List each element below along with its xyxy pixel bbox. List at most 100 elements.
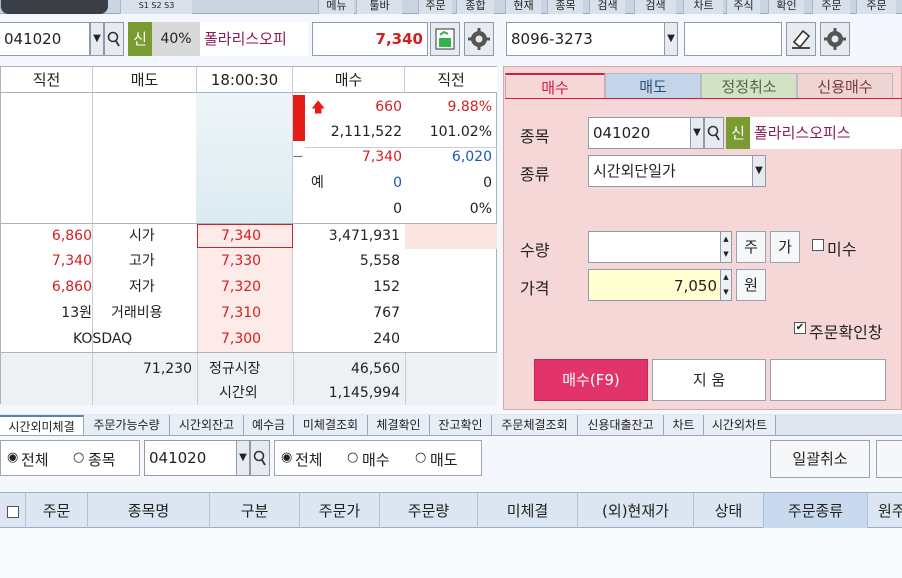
- radio-all-checked[interactable]: ◉: [7, 450, 18, 465]
- col-order-qty[interactable]: 주문량: [380, 493, 478, 529]
- tab-afterhours-unfilled[interactable]: 시간외미체결: [0, 415, 84, 435]
- search-box-partial[interactable]: [0, 0, 108, 14]
- select-all-checkbox[interactable]: [0, 493, 26, 529]
- eraser-icon[interactable]: [786, 22, 816, 56]
- chevron-down-icon[interactable]: ▼: [690, 117, 704, 149]
- menu-btn-chart[interactable]: 차트: [683, 0, 723, 14]
- menu-btn-search2[interactable]: 검색: [634, 0, 676, 14]
- filter-stock-input[interactable]: 041020: [144, 440, 238, 476]
- search-icon[interactable]: [104, 22, 124, 56]
- radio-all2-label: 전체: [295, 451, 323, 469]
- ask-price-1[interactable]: 7,340: [221, 224, 261, 248]
- col-status[interactable]: 상태: [694, 493, 764, 529]
- col-order[interactable]: 주문: [26, 493, 88, 529]
- chevron-down-icon[interactable]: ▼: [752, 155, 766, 187]
- clear-button[interactable]: 지 움: [652, 359, 766, 401]
- ask-price-5[interactable]: 7,300: [221, 327, 261, 351]
- price-input[interactable]: 7,050: [588, 269, 722, 301]
- open-label: 시가: [129, 228, 155, 244]
- menu-btn-stocks[interactable]: 주식: [726, 0, 760, 14]
- margin-rate: 40%: [152, 22, 200, 56]
- ticket-stock-input[interactable]: 041020: [588, 117, 692, 149]
- tab-balance-confirm[interactable]: 잔고확인: [430, 415, 492, 435]
- expected-rate: 0%: [469, 201, 492, 217]
- tag-s1[interactable]: S1: [139, 1, 149, 10]
- tag-s2[interactable]: S2: [151, 1, 161, 10]
- confirm-checkbox[interactable]: ✔: [794, 322, 806, 334]
- tab-afterhours-chart[interactable]: 시간외차트: [704, 415, 776, 435]
- tab-afterhours-balance[interactable]: 시간외잔고: [170, 415, 244, 435]
- gear-icon[interactable]: [820, 22, 850, 56]
- col-time: 18:00:30: [197, 67, 293, 93]
- radio-buy[interactable]: ○: [347, 450, 358, 465]
- blank-button[interactable]: [770, 359, 886, 401]
- col-stock-name[interactable]: 종목명: [88, 493, 210, 529]
- col-order-price[interactable]: 주문가: [300, 493, 380, 529]
- tab-sell[interactable]: 매도: [605, 73, 701, 99]
- radio-stock[interactable]: ○: [73, 450, 84, 465]
- tab-deposit[interactable]: 예수금: [244, 415, 294, 435]
- menu-btn-stock[interactable]: 종목: [547, 0, 583, 14]
- tab-unfilled-query[interactable]: 미체결조회: [294, 415, 368, 435]
- undecided-checkbox[interactable]: [812, 239, 824, 251]
- tab-modify-cancel[interactable]: 정정취소: [701, 73, 797, 99]
- menu-btn-toolbar[interactable]: 툴바: [356, 0, 402, 14]
- col-current-price[interactable]: (외)현재가: [578, 493, 694, 529]
- ask-volume-4: 767: [373, 305, 400, 321]
- low-label: 저가: [129, 279, 155, 295]
- password-input[interactable]: [684, 22, 782, 56]
- col-order-type[interactable]: 주문종류: [764, 493, 868, 529]
- ask-price-4[interactable]: 7,310: [221, 301, 261, 325]
- ask-price-2[interactable]: 7,330: [221, 249, 261, 273]
- chevron-down-icon[interactable]: ▼: [236, 440, 250, 476]
- extra-button[interactable]: [876, 440, 902, 478]
- available-qty-button[interactable]: 가: [770, 231, 800, 263]
- tab-credit-loan-balance[interactable]: 신용대출잔고: [578, 415, 664, 435]
- menu-btn-search1[interactable]: 검색: [589, 0, 625, 14]
- radio-sell[interactable]: ○: [415, 450, 426, 465]
- col-sell: 매도: [93, 67, 197, 93]
- search-icon[interactable]: [704, 117, 724, 149]
- up-arrow-icon: 🡅: [311, 100, 326, 116]
- current-price: 7,340: [312, 22, 428, 56]
- col-original[interactable]: 원주: [868, 493, 902, 529]
- unit-won: 원: [736, 269, 766, 301]
- menu-btn-menu[interactable]: 메뉴: [318, 0, 354, 14]
- radio-all2-checked[interactable]: ◉: [281, 450, 292, 465]
- tag-s3[interactable]: S3: [164, 1, 174, 10]
- col-side[interactable]: 구분: [210, 493, 300, 529]
- chevron-down-icon[interactable]: ▼: [90, 22, 104, 56]
- menu-btn-confirm[interactable]: 확인: [768, 0, 804, 14]
- stock-code-input[interactable]: 041020: [0, 22, 90, 56]
- quantity-stepper[interactable]: ▲ ▼: [720, 231, 732, 263]
- ask-price-3[interactable]: 7,320: [221, 275, 261, 299]
- col-unfilled[interactable]: 미체결: [478, 493, 578, 529]
- tab-credit-buy[interactable]: 신용매수: [797, 73, 893, 99]
- tab-order-fill-query[interactable]: 주문체결조회: [492, 415, 578, 435]
- menu-btn-order2[interactable]: 주문: [812, 0, 850, 14]
- undecided-label: 미수: [827, 240, 857, 259]
- price-stepper[interactable]: ▲ ▼: [720, 269, 732, 301]
- order-type-select[interactable]: 시간외단일가: [588, 155, 754, 187]
- quantity-input[interactable]: [588, 231, 722, 263]
- menu-btn-current[interactable]: 현재: [505, 0, 541, 14]
- menu-btn-order[interactable]: 주문: [418, 0, 452, 14]
- cancel-all-button[interactable]: 일괄취소: [770, 440, 870, 478]
- gear-icon[interactable]: [464, 22, 494, 56]
- menu-btn-summary[interactable]: 종합: [456, 0, 494, 14]
- tab-buy[interactable]: 매수: [505, 73, 605, 99]
- tab-chart[interactable]: 차트: [664, 415, 704, 435]
- after-hours-value: 1,145,994: [328, 385, 400, 401]
- account-input[interactable]: 8096-3273: [506, 22, 666, 56]
- radio-buy-label: 매수: [362, 451, 390, 469]
- menu-btn-order3[interactable]: 주문: [856, 0, 896, 14]
- tab-fill-confirm[interactable]: 체결확인: [368, 415, 430, 435]
- bottom-tabs: 시간외미체결 주문가능수량 시간외잔고 예수금 미체결조회 체결확인 잔고확인 …: [0, 414, 902, 436]
- search-icon[interactable]: [250, 440, 270, 476]
- volume-rate: 101.02%: [429, 124, 492, 140]
- filter-row: ◉ 전체 ○ 종목 041020 ▼ ◉ 전체 ○ 매수 ○ 매도 일괄취소: [0, 436, 902, 482]
- tab-orderable-qty[interactable]: 주문가능수량: [84, 415, 170, 435]
- buy-button[interactable]: 매수(F9): [534, 359, 648, 401]
- chevron-down-icon[interactable]: ▼: [664, 22, 678, 56]
- chart-icon[interactable]: [430, 22, 460, 56]
